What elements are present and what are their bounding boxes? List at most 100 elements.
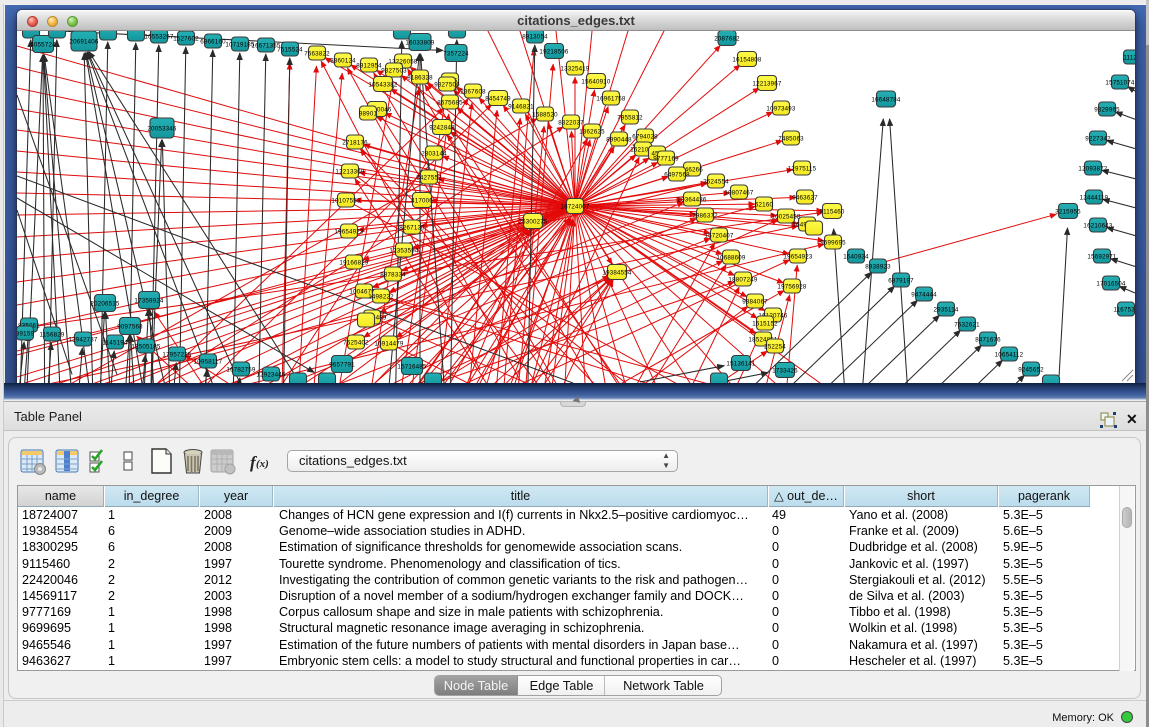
svg-text:12505185: 12505185 (131, 343, 160, 350)
svg-text:9227342: 9227342 (1085, 135, 1111, 142)
svg-text:10543382: 10543382 (368, 81, 397, 88)
svg-text:20364436: 20364436 (677, 196, 706, 203)
svg-text:8267130: 8267130 (399, 224, 425, 231)
svg-text:6794028: 6794028 (632, 133, 658, 140)
svg-text:8322037: 8322037 (558, 119, 584, 126)
svg-text:18807249: 18807249 (728, 276, 757, 283)
svg-text:9474444: 9474444 (911, 291, 937, 298)
svg-text:8938923: 8938923 (865, 263, 891, 270)
svg-text:9777169: 9777169 (653, 155, 679, 162)
svg-text:15751074: 15751074 (1105, 79, 1134, 86)
svg-text:7632621: 7632621 (954, 321, 980, 328)
svg-text:10654112: 10654112 (995, 351, 1024, 358)
svg-text:10958117: 10958117 (194, 358, 223, 365)
svg-text:9657791: 9657791 (329, 361, 355, 368)
svg-text:9242848: 9242848 (429, 124, 455, 131)
svg-text:7955812: 7955812 (617, 114, 643, 121)
svg-text:1167533: 1167533 (1113, 306, 1135, 313)
svg-text:9115460: 9115460 (819, 208, 844, 215)
svg-text:18724007: 18724007 (560, 203, 589, 210)
svg-text:6966160: 6966160 (200, 38, 226, 45)
svg-text:1527602: 1527602 (173, 35, 199, 42)
svg-text:17957225: 17957225 (162, 351, 191, 358)
svg-text:2087682: 2087682 (714, 35, 740, 42)
svg-text:19756928: 19756928 (777, 283, 806, 290)
svg-text:9884067: 9884067 (742, 298, 768, 305)
svg-text:8813054: 8813054 (522, 33, 548, 40)
svg-text:10807467: 10807467 (724, 189, 753, 196)
svg-text:1145194: 1145194 (102, 339, 127, 346)
svg-text:15716485: 15716485 (397, 363, 426, 370)
svg-text:7663822: 7663822 (304, 50, 330, 57)
svg-text:1362625: 1362625 (579, 128, 605, 135)
svg-text:2718176: 2718176 (342, 139, 368, 146)
svg-text:98901: 98901 (359, 110, 378, 117)
svg-text:1498222: 1498222 (368, 293, 394, 300)
svg-text:12975115: 12975115 (788, 165, 817, 172)
svg-text:12213967: 12213967 (752, 80, 781, 87)
svg-text:7515524: 7515524 (277, 46, 303, 53)
svg-text:1733426: 1733426 (772, 367, 798, 374)
svg-text:10688609: 10688609 (716, 254, 745, 261)
svg-text:25300275: 25300275 (518, 218, 547, 225)
svg-text:9463627: 9463627 (792, 194, 818, 201)
svg-text:12093872: 12093872 (1078, 165, 1107, 172)
svg-text:1588520: 1588520 (532, 111, 558, 118)
svg-text:10553267: 10553267 (144, 33, 173, 40)
svg-text:19654923: 19654923 (783, 253, 812, 260)
svg-text:(x): (x) (256, 458, 269, 470)
svg-text:417006: 417006 (411, 197, 433, 204)
svg-text:7357224: 7357224 (443, 50, 469, 57)
svg-text:15692971: 15692971 (1087, 253, 1116, 260)
svg-text:16914479: 16914479 (374, 340, 403, 347)
svg-text:2803144: 2803144 (421, 150, 447, 157)
svg-text:16782759: 16782759 (226, 366, 255, 373)
svg-text:10107553: 10107553 (331, 197, 360, 204)
svg-text:3215955: 3215955 (1055, 208, 1081, 215)
svg-text:10025458: 10025458 (771, 213, 800, 220)
svg-text:8860124: 8860124 (330, 57, 356, 64)
svg-text:13325419: 13325419 (560, 65, 589, 72)
svg-text:1615152: 1615152 (752, 320, 778, 327)
svg-text:15640910: 15640910 (581, 78, 610, 85)
svg-text:1156829: 1156829 (39, 331, 64, 338)
svg-text:17359924: 17359924 (134, 297, 163, 304)
svg-text:20206515: 20206515 (90, 300, 119, 307)
svg-text:15720407: 15720407 (704, 232, 733, 239)
svg-text:12942737: 12942737 (68, 336, 97, 343)
svg-text:8454749: 8454749 (485, 95, 511, 102)
svg-text:15136141: 15136141 (726, 360, 755, 367)
svg-text:8471676: 8471676 (975, 336, 1001, 343)
svg-text:9699695: 9699695 (820, 239, 846, 246)
svg-text:10973493: 10973493 (766, 105, 795, 112)
svg-text:7986372: 7986372 (692, 212, 718, 219)
svg-text:20053346: 20053346 (147, 125, 176, 132)
svg-text:12444119: 12444119 (1080, 194, 1109, 201)
svg-text:62160: 62160 (755, 201, 774, 208)
svg-text:1640934: 1640934 (843, 253, 869, 260)
svg-text:16154808: 16154808 (732, 56, 761, 63)
svg-text:7625402: 7625402 (343, 339, 369, 346)
svg-text:16648784: 16648784 (871, 96, 900, 103)
svg-text:252254: 252254 (764, 343, 786, 350)
svg-text:9327506: 9327506 (434, 81, 460, 88)
svg-text:12353594: 12353594 (389, 247, 418, 254)
svg-text:11121: 11121 (1123, 54, 1135, 61)
svg-text:8675685: 8675685 (437, 99, 463, 106)
svg-text:8427552: 8427552 (416, 174, 442, 181)
svg-text:12923446: 12923446 (256, 371, 285, 378)
svg-text:2935114: 2935114 (933, 306, 958, 313)
svg-text:8912954: 8912954 (356, 62, 382, 69)
svg-text:17016504: 17016504 (1096, 280, 1125, 287)
svg-text:19654923: 19654923 (334, 228, 363, 235)
svg-text:12213369: 12213369 (335, 168, 364, 175)
svg-text:19384554: 19384554 (602, 269, 631, 276)
svg-text:6497568: 6497568 (664, 171, 690, 178)
svg-text:16210643: 16210643 (1083, 222, 1112, 229)
svg-text:16961758: 16961758 (596, 95, 625, 102)
svg-text:8990448: 8990448 (606, 136, 632, 143)
svg-text:39159: 39159 (17, 330, 34, 337)
svg-text:9329965: 9329965 (1094, 106, 1120, 113)
svg-text:9245652: 9245652 (1018, 366, 1044, 373)
svg-text:9097568: 9097568 (117, 323, 143, 330)
